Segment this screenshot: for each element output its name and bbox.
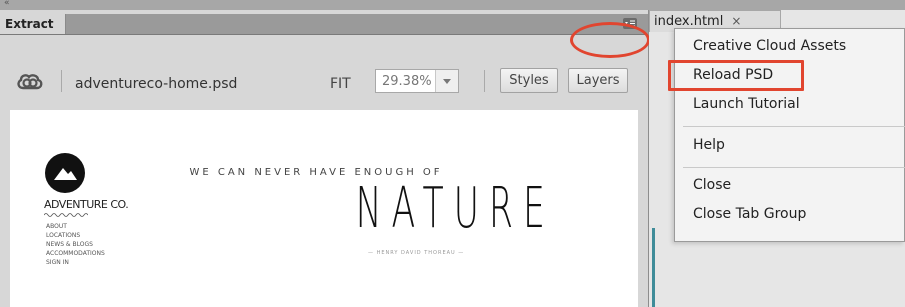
menu-item-close-tab-group[interactable]: Close Tab Group [693,206,806,222]
preview-headline: NATURE [355,176,555,241]
zoom-select[interactable]: 29.38% [375,69,459,93]
tab-label: index.html [654,14,724,29]
menu-item-help[interactable]: Help [693,137,725,153]
tab-extract[interactable]: Extract [0,14,66,34]
zoom-value[interactable]: 29.38% [382,74,432,89]
fit-button[interactable]: FIT [330,76,351,92]
double-chevron-left-icon[interactable]: « [4,0,10,8]
menu-item-launch-tutorial[interactable]: Launch Tutorial [693,96,800,112]
close-icon[interactable]: × [731,14,741,28]
psd-filename: adventureco-home.psd [75,76,238,92]
preview-nav-item: NEWS & BLOGS [46,241,93,248]
top-collapse-strip: « [0,0,905,10]
preview-subline: — HENRY DAVID THOREAU — [368,250,465,256]
preview-nav-item: SIGN IN [46,259,69,266]
chevron-down-icon[interactable] [435,70,458,92]
panel-tab-bar: Extract [0,14,648,35]
menu-item-close[interactable]: Close [693,177,731,193]
preview-nav-item: ACCOMMODATIONS [46,250,105,257]
toolbar-divider [61,70,62,92]
psd-preview-canvas[interactable]: ADVENTURE CO. ABOUT LOCATIONS NEWS & BLO… [10,110,638,307]
preview-nav-item: LOCATIONS [46,232,81,239]
menu-separator [683,167,905,168]
extract-toolbar: adventureco-home.psd FIT 29.38% Styles L… [0,56,648,104]
creative-cloud-icon[interactable] [16,72,44,92]
layers-button[interactable]: Layers [568,68,628,93]
menu-separator [683,126,905,127]
brand-name: ADVENTURE CO. [44,198,129,211]
wave-divider-icon [44,213,88,217]
preview-nav-list: ABOUT LOCATIONS NEWS & BLOGS ACCOMMODATI… [46,222,105,267]
styles-button[interactable]: Styles [500,68,558,93]
highlight-box [668,60,804,91]
mountain-logo-icon [45,153,85,193]
toolbar-divider [484,70,485,92]
editor-accent-line [652,228,655,307]
highlight-circle [570,22,650,58]
preview-nav-item: ABOUT [46,223,67,230]
menu-item-creative-cloud-assets[interactable]: Creative Cloud Assets [693,38,846,54]
